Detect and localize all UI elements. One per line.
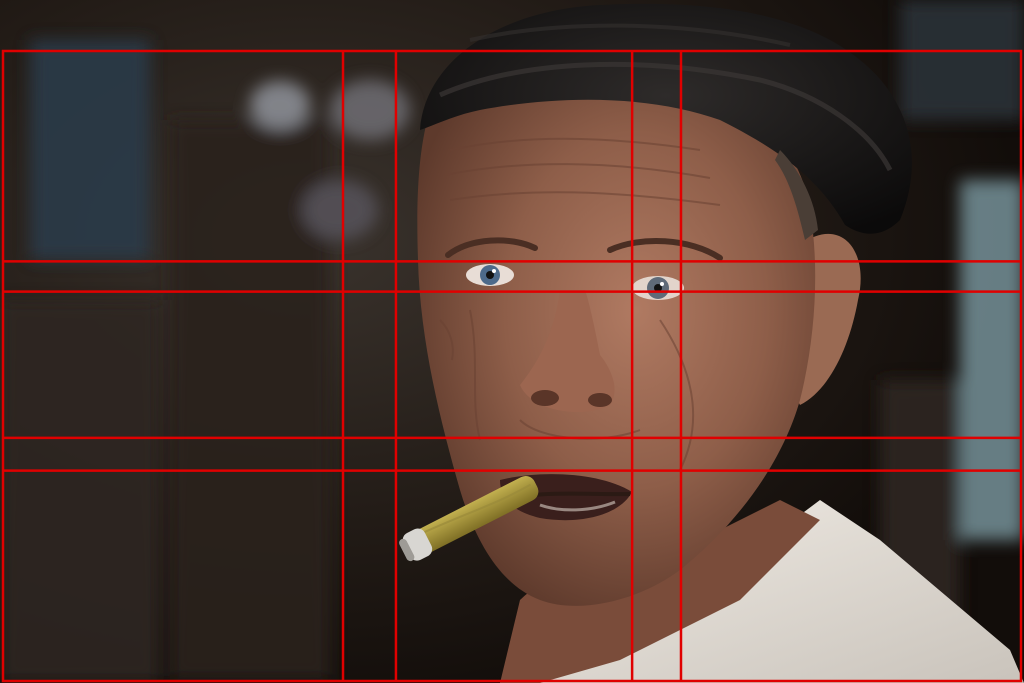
photo-viewer: [0, 0, 1024, 683]
portrait-photo: [0, 0, 1024, 683]
